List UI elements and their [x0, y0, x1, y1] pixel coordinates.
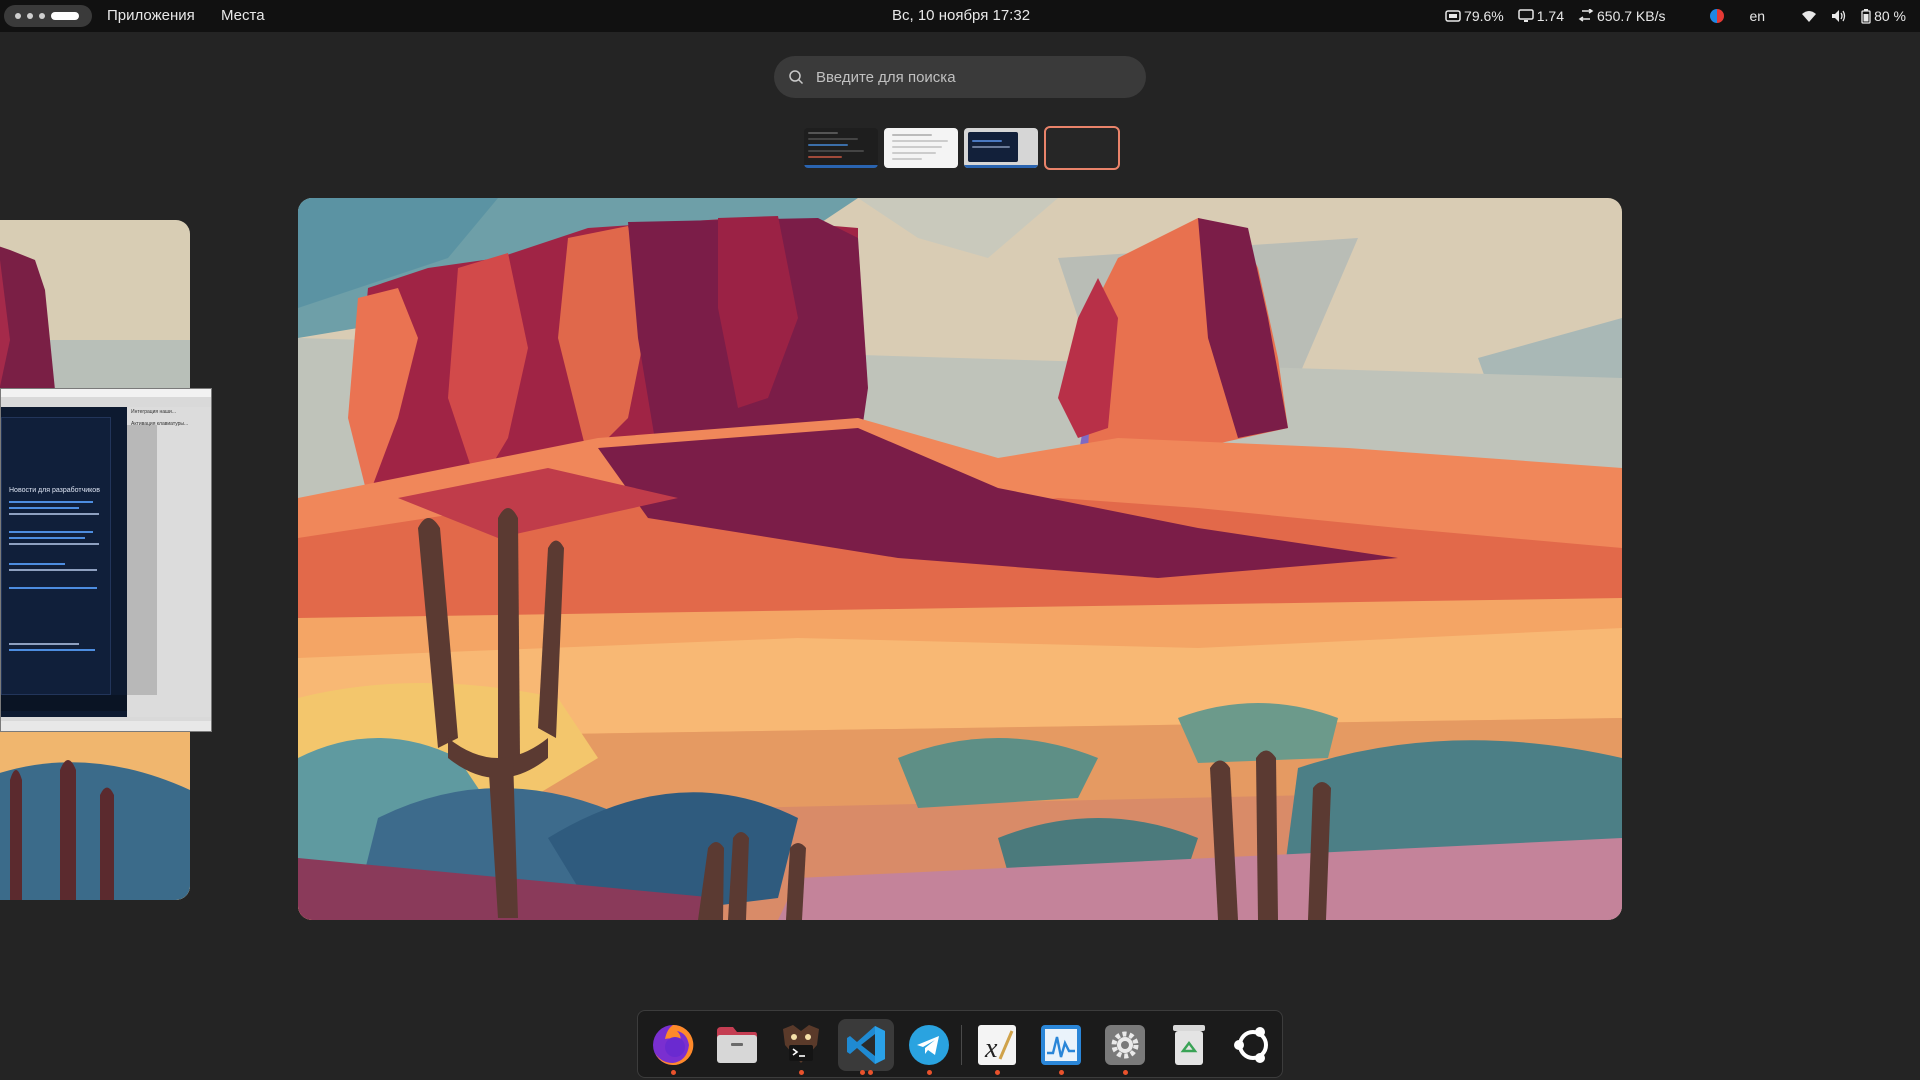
workspace-thumbnail-1[interactable] [804, 128, 878, 168]
workspace-dot [27, 13, 33, 19]
dock-settings[interactable] [1098, 1019, 1152, 1075]
vscode-icon [847, 1026, 885, 1064]
network-arrows-icon [1578, 9, 1594, 22]
terminal-icon [783, 1025, 819, 1063]
battery-value: 80 % [1874, 8, 1906, 24]
mini-window-sidebar-item-2: Активация клавиатуры... [131, 421, 189, 427]
dock-files[interactable] [710, 1019, 764, 1071]
dock-telegram[interactable] [902, 1019, 956, 1075]
dock: x [637, 1010, 1283, 1078]
search-input[interactable] [816, 68, 1116, 86]
current-workspace-preview[interactable] [298, 198, 1622, 920]
desert-wallpaper [298, 198, 1622, 920]
load-indicator[interactable]: 1.74 [1518, 8, 1564, 24]
search-box[interactable] [774, 56, 1146, 98]
running-indicator [867, 1070, 873, 1075]
system-monitor-icon [1041, 1025, 1081, 1065]
workspace-dot [15, 13, 21, 19]
applications-menu[interactable]: Приложения [107, 7, 195, 24]
xournal-icon: x [978, 1025, 1016, 1065]
battery-indicator[interactable]: 80 % [1861, 8, 1906, 24]
telegram-icon [909, 1025, 949, 1065]
speaker-icon [1832, 10, 1846, 22]
workspace-dot [39, 13, 45, 19]
dock-separator [961, 1025, 962, 1065]
running-indicator [670, 1070, 676, 1075]
keyboard-layout[interactable]: en [1750, 8, 1766, 24]
battery-icon [1861, 8, 1871, 24]
firefox-icon [653, 1024, 694, 1065]
dock-vscode[interactable] [838, 1019, 894, 1075]
cpu-value: 79.6% [1464, 8, 1504, 24]
cpu-indicator[interactable]: 79.6% [1445, 8, 1504, 24]
network-value: 650.7 KB/s [1597, 8, 1666, 24]
search-icon [789, 70, 804, 85]
running-indicator [859, 1070, 865, 1075]
mini-window-heading: Новости для разработчиков [9, 487, 100, 494]
workspace-thumbnail-3[interactable] [964, 128, 1038, 168]
running-indicator [994, 1070, 1000, 1075]
running-indicator [1058, 1070, 1064, 1075]
running-indicator [1122, 1070, 1128, 1075]
cpu-icon [1445, 10, 1461, 22]
trash-icon [1173, 1025, 1205, 1065]
dock-system-monitor[interactable] [1034, 1019, 1088, 1075]
status-colored-icon [1709, 9, 1724, 23]
workspace-thumbnail-2[interactable] [884, 128, 958, 168]
dock-terminal[interactable] [774, 1019, 828, 1075]
window-preview-vscode-welcome[interactable]: Новости для разработчиков Интеграция наш… [0, 388, 212, 732]
running-indicator [798, 1070, 804, 1075]
volume-indicator[interactable] [1831, 9, 1847, 23]
dock-xournal[interactable]: x [970, 1019, 1024, 1075]
active-workspace-indicator [51, 12, 79, 20]
running-indicator [926, 1070, 932, 1075]
clock[interactable]: Вс, 10 ноября 17:32 [892, 7, 1030, 24]
dock-show-apps[interactable] [1226, 1019, 1280, 1071]
status-indicator[interactable] [1709, 9, 1724, 23]
workspace-thumbnail-4-active[interactable] [1044, 126, 1120, 170]
wifi-icon [1802, 10, 1817, 22]
activities-button[interactable] [4, 5, 92, 27]
places-menu[interactable]: Места [221, 7, 265, 24]
system-indicators: 79.6% 1.74 650.7 KB/s en 80 % [1445, 0, 1906, 32]
load-value: 1.74 [1536, 8, 1564, 24]
dock-firefox[interactable] [646, 1019, 700, 1075]
folder-icon [717, 1027, 757, 1063]
monitor-icon [1518, 9, 1534, 22]
dock-trash[interactable] [1162, 1019, 1216, 1071]
ubuntu-apps-icon [1234, 1027, 1268, 1063]
wifi-indicator[interactable] [1801, 10, 1817, 23]
svg-text:x: x [984, 1033, 998, 1064]
network-indicator[interactable]: 650.7 KB/s [1578, 8, 1666, 24]
top-bar: Приложения Места Вс, 10 ноября 17:32 79.… [0, 0, 1920, 32]
gear-icon [1105, 1025, 1145, 1065]
workspace-switcher [804, 126, 1120, 170]
mini-window-sidebar-item-1: Интеграция наши... [131, 409, 177, 415]
